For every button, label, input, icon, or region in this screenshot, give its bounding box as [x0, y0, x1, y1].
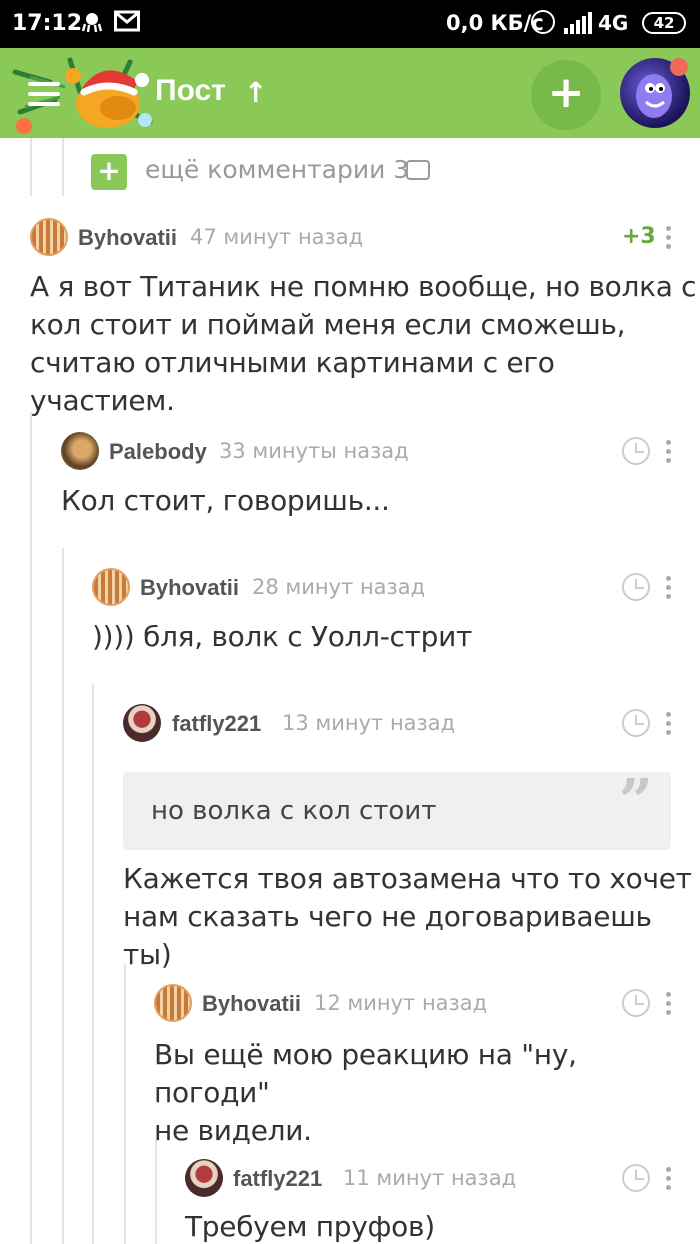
comment-time: 12 минут назад — [314, 991, 488, 1015]
battery-icon: 42 — [642, 12, 686, 34]
status-time: 17:12 — [12, 11, 83, 36]
more-options-icon[interactable] — [666, 440, 672, 464]
comment-time: 13 минут назад — [282, 711, 456, 735]
comment-text: Требуем пруфов) — [185, 1210, 435, 1243]
comment-text: Кол стоит, говоришь... — [61, 484, 390, 517]
avatar[interactable] — [92, 568, 130, 606]
comment-text: Кажется твоя автозамена что то хочет нам… — [123, 862, 692, 971]
thread-line — [62, 548, 64, 1244]
clock-icon — [622, 1164, 650, 1192]
thread-line — [155, 1140, 157, 1244]
avatar[interactable] — [30, 218, 68, 256]
comment-author[interactable]: Byhovatii — [78, 225, 177, 251]
comment-author[interactable]: Byhovatii — [140, 575, 239, 601]
thread-line — [62, 138, 64, 196]
comment-text: )))) бля, волк с Уолл-стрит — [92, 620, 473, 653]
notification-badge — [670, 58, 688, 76]
comment-bubble-icon — [406, 160, 430, 180]
comment-rating: +3 — [622, 224, 656, 249]
quote-icon: ” — [618, 767, 653, 837]
network-type: 4G — [598, 11, 629, 35]
status-bar: 17:12 0,0 КБ/с 4G 42 — [0, 0, 700, 48]
mail-icon — [114, 10, 140, 38]
avatar[interactable] — [123, 704, 161, 742]
page-title: Пост — [155, 74, 226, 107]
avatar[interactable] — [185, 1159, 223, 1197]
comment-author[interactable]: Byhovatii — [202, 991, 301, 1017]
quote-text: но волка с кол стоит — [151, 796, 437, 826]
comment-time: 28 минут назад — [252, 575, 426, 599]
comment-time: 33 минуты назад — [219, 439, 409, 463]
octopus-icon — [80, 10, 104, 40]
more-options-icon[interactable] — [666, 576, 672, 600]
clock-icon — [622, 437, 650, 465]
more-comments-label[interactable]: ещё комментарии 3 — [145, 155, 409, 184]
signal-icon — [564, 12, 594, 34]
comment-time: 47 минут назад — [190, 225, 364, 249]
thread-line — [124, 964, 126, 1244]
thread-line — [92, 684, 94, 1244]
comment-text: Вы ещё мою реакцию на "ну, погоди" не ви… — [154, 1038, 577, 1147]
more-options-icon[interactable] — [666, 992, 672, 1016]
comment-author[interactable]: fatfly221 — [172, 711, 261, 737]
alarm-icon — [531, 10, 555, 34]
comment-time: 11 минут назад — [343, 1166, 517, 1190]
more-comments-button[interactable]: + — [91, 154, 127, 190]
app-header: Пост ↑ + — [0, 48, 700, 138]
thread-line — [30, 138, 32, 196]
more-options-icon[interactable] — [666, 226, 672, 250]
thread-line — [30, 412, 32, 1244]
scroll-up-arrow-icon[interactable]: ↑ — [244, 76, 267, 109]
comment-quote: но волка с кол стоит ” — [123, 772, 671, 850]
comment-text: А я вот Титаник не помню вообще, но волк… — [30, 270, 697, 417]
avatar[interactable] — [154, 984, 192, 1022]
more-options-icon[interactable] — [666, 1167, 672, 1191]
add-post-button[interactable]: + — [531, 60, 601, 130]
comment-author[interactable]: Palebody — [109, 439, 207, 465]
comment-author[interactable]: fatfly221 — [233, 1166, 322, 1192]
clock-icon — [622, 989, 650, 1017]
network-speed: 0,0 КБ/с — [446, 11, 544, 35]
more-options-icon[interactable] — [666, 712, 672, 736]
clock-icon — [622, 573, 650, 601]
clock-icon — [622, 709, 650, 737]
avatar[interactable] — [61, 432, 99, 470]
menu-icon[interactable] — [28, 82, 60, 106]
